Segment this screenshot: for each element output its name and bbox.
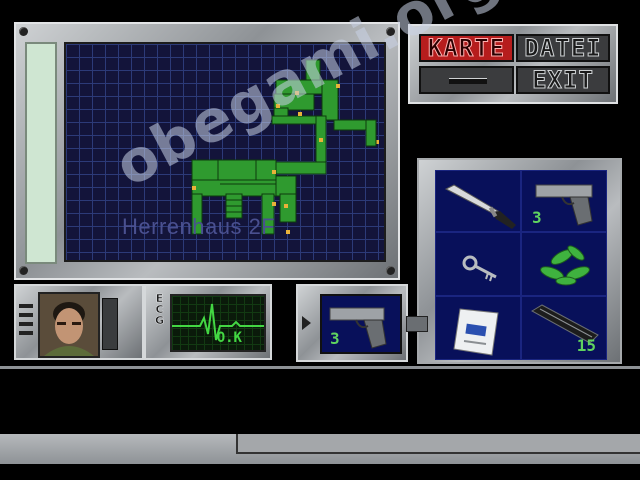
character-panel <box>14 284 144 360</box>
avatar <box>40 294 98 356</box>
combat-knife-icon <box>444 184 516 229</box>
menu-panel: KARTE DATEI EXIT <box>408 24 618 104</box>
inventory-panel: 3 15 <box>417 158 622 364</box>
map-screen[interactable]: Herrenhaus 2F <box>64 42 386 262</box>
portrait-latch <box>102 298 118 350</box>
rivet <box>19 27 28 36</box>
inventory-slot-2[interactable]: 3 <box>521 170 607 232</box>
map-panel: Herrenhaus 2F <box>14 22 400 280</box>
character-portrait <box>38 292 100 358</box>
map-room <box>275 175 297 197</box>
door-marker <box>319 138 323 142</box>
equipped-weapon-panel: 3 <box>296 284 408 362</box>
door-marker <box>295 91 299 95</box>
door-marker <box>272 202 276 206</box>
item-quantity: 3 <box>532 208 542 227</box>
empty-tab-button[interactable] <box>419 66 514 94</box>
map-side-panel <box>25 42 57 264</box>
vent-grille <box>19 304 33 335</box>
inventory-grid: 3 15 <box>435 170 607 360</box>
green-herb-icon <box>540 245 590 286</box>
inventory-slot-5[interactable] <box>435 296 521 360</box>
door-marker <box>192 186 196 190</box>
door-marker <box>298 112 302 116</box>
first-aid-spray-icon <box>453 308 499 356</box>
health-condition-text: O.K <box>216 330 242 346</box>
panel-connector <box>406 316 428 332</box>
door-marker <box>286 230 290 234</box>
exit-button[interactable]: EXIT <box>516 66 610 94</box>
ecg-label: ECG <box>153 292 167 326</box>
message-box <box>0 366 640 437</box>
map-room <box>365 119 377 147</box>
key-icon <box>462 255 497 282</box>
files-tab-button[interactable]: DATEI <box>516 34 610 62</box>
health-panel: ECG O.K <box>144 284 272 360</box>
inventory-slot-6[interactable]: 15 <box>521 296 607 360</box>
rivet <box>19 266 28 275</box>
ecg-monitor: O.K <box>170 294 266 352</box>
map-room <box>271 161 327 175</box>
inventory-slot-1[interactable] <box>435 170 521 232</box>
inventory-slot-4[interactable] <box>521 232 607 296</box>
item-quantity: 15 <box>576 336 596 355</box>
map-room <box>275 79 325 95</box>
map-room <box>305 59 321 83</box>
equipped-slot[interactable]: 3 <box>320 294 402 354</box>
map-room <box>321 79 339 121</box>
rivet <box>386 266 395 275</box>
rivet <box>386 27 395 36</box>
door-marker <box>284 204 288 208</box>
door-marker <box>272 170 276 174</box>
map-location-label: Herrenhaus 2F <box>122 214 276 239</box>
arrow-left-icon <box>302 316 311 330</box>
inventory-slot-3[interactable] <box>435 232 521 296</box>
map-room <box>217 159 257 183</box>
bottom-bar-panel <box>236 434 640 454</box>
door-marker <box>336 84 340 88</box>
door-marker <box>276 104 280 108</box>
equipped-quantity: 3 <box>330 329 340 348</box>
map-tab-button[interactable]: KARTE <box>419 34 514 62</box>
